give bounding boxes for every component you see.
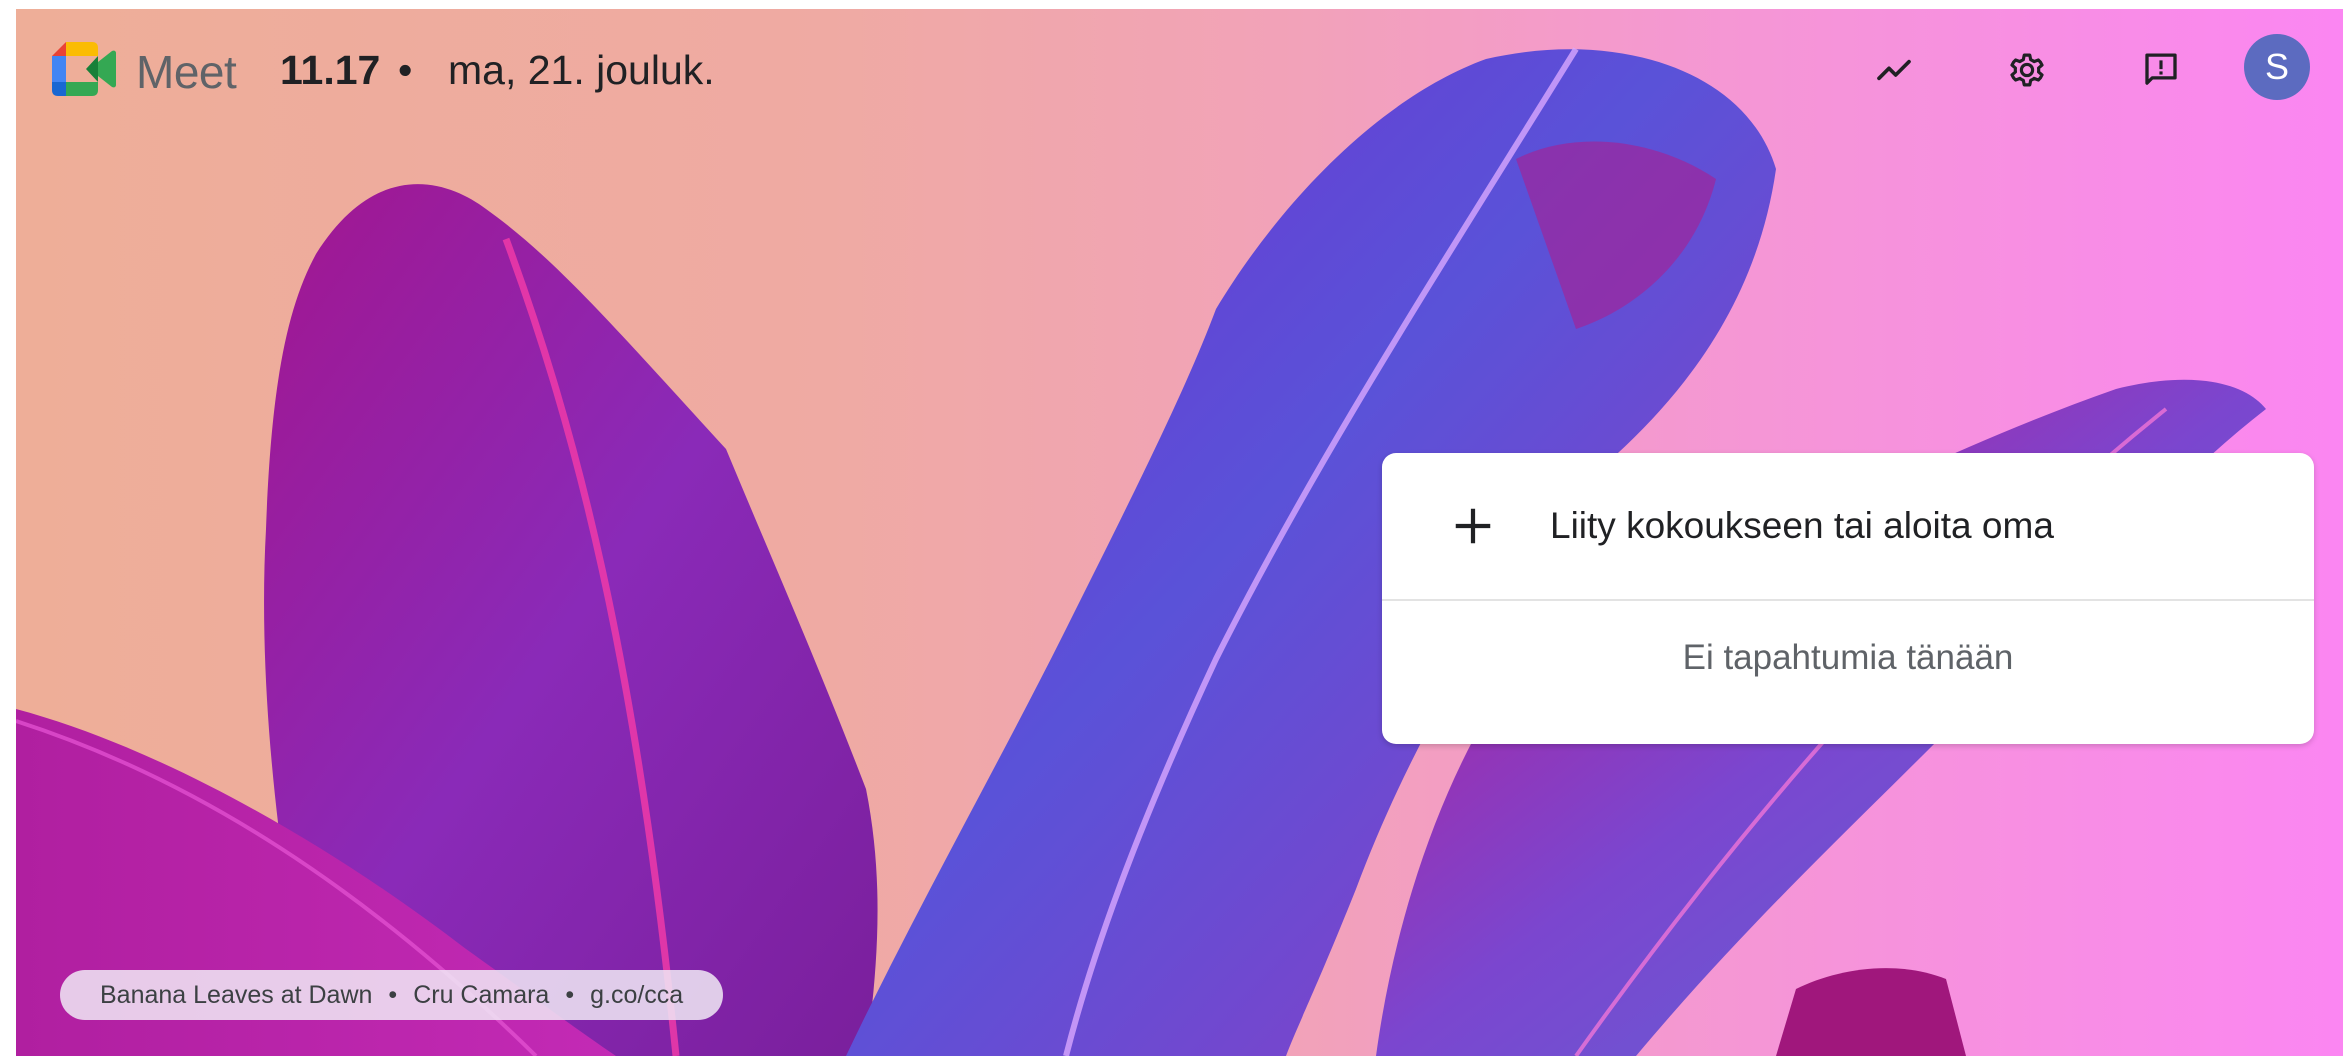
join-or-start-meeting-button[interactable]: Liity kokoukseen tai aloita oma [1382, 453, 2314, 599]
top-bar: Meet 11.17 • ma, 21. jouluk. S [16, 9, 2343, 129]
meet-logo-icon[interactable] [52, 42, 116, 96]
card-divider [1382, 599, 2314, 601]
meet-home-screen: Meet 11.17 • ma, 21. jouluk. S Liity kok… [16, 9, 2343, 1056]
account-avatar[interactable]: S [2244, 34, 2310, 100]
app-name: Meet [136, 46, 237, 98]
background-attribution[interactable]: Banana Leaves at Dawn • Cru Camara • g.c… [60, 970, 724, 1020]
trending-up-icon[interactable] [1869, 45, 1919, 95]
attribution-separator: • [565, 980, 575, 1009]
gear-icon[interactable] [2002, 45, 2052, 95]
current-time: 11.17 [280, 47, 381, 93]
plus-icon [1455, 508, 1491, 544]
current-date: ma, 21. jouluk. [448, 47, 715, 93]
no-events-message: Ei tapahtumia tänään [1682, 638, 2014, 677]
feedback-icon[interactable] [2136, 45, 2186, 95]
background-title: Banana Leaves at Dawn [100, 980, 373, 1009]
background-author: Cru Camara [413, 980, 550, 1009]
join-meeting-label: Liity kokoukseen tai aloita oma [1550, 505, 2054, 546]
meeting-card: Liity kokoukseen tai aloita oma Ei tapah… [1382, 453, 2314, 744]
time-date-separator: • [398, 47, 413, 93]
background-link[interactable]: g.co/cca [590, 981, 683, 1010]
attribution-separator: • [388, 980, 398, 1009]
